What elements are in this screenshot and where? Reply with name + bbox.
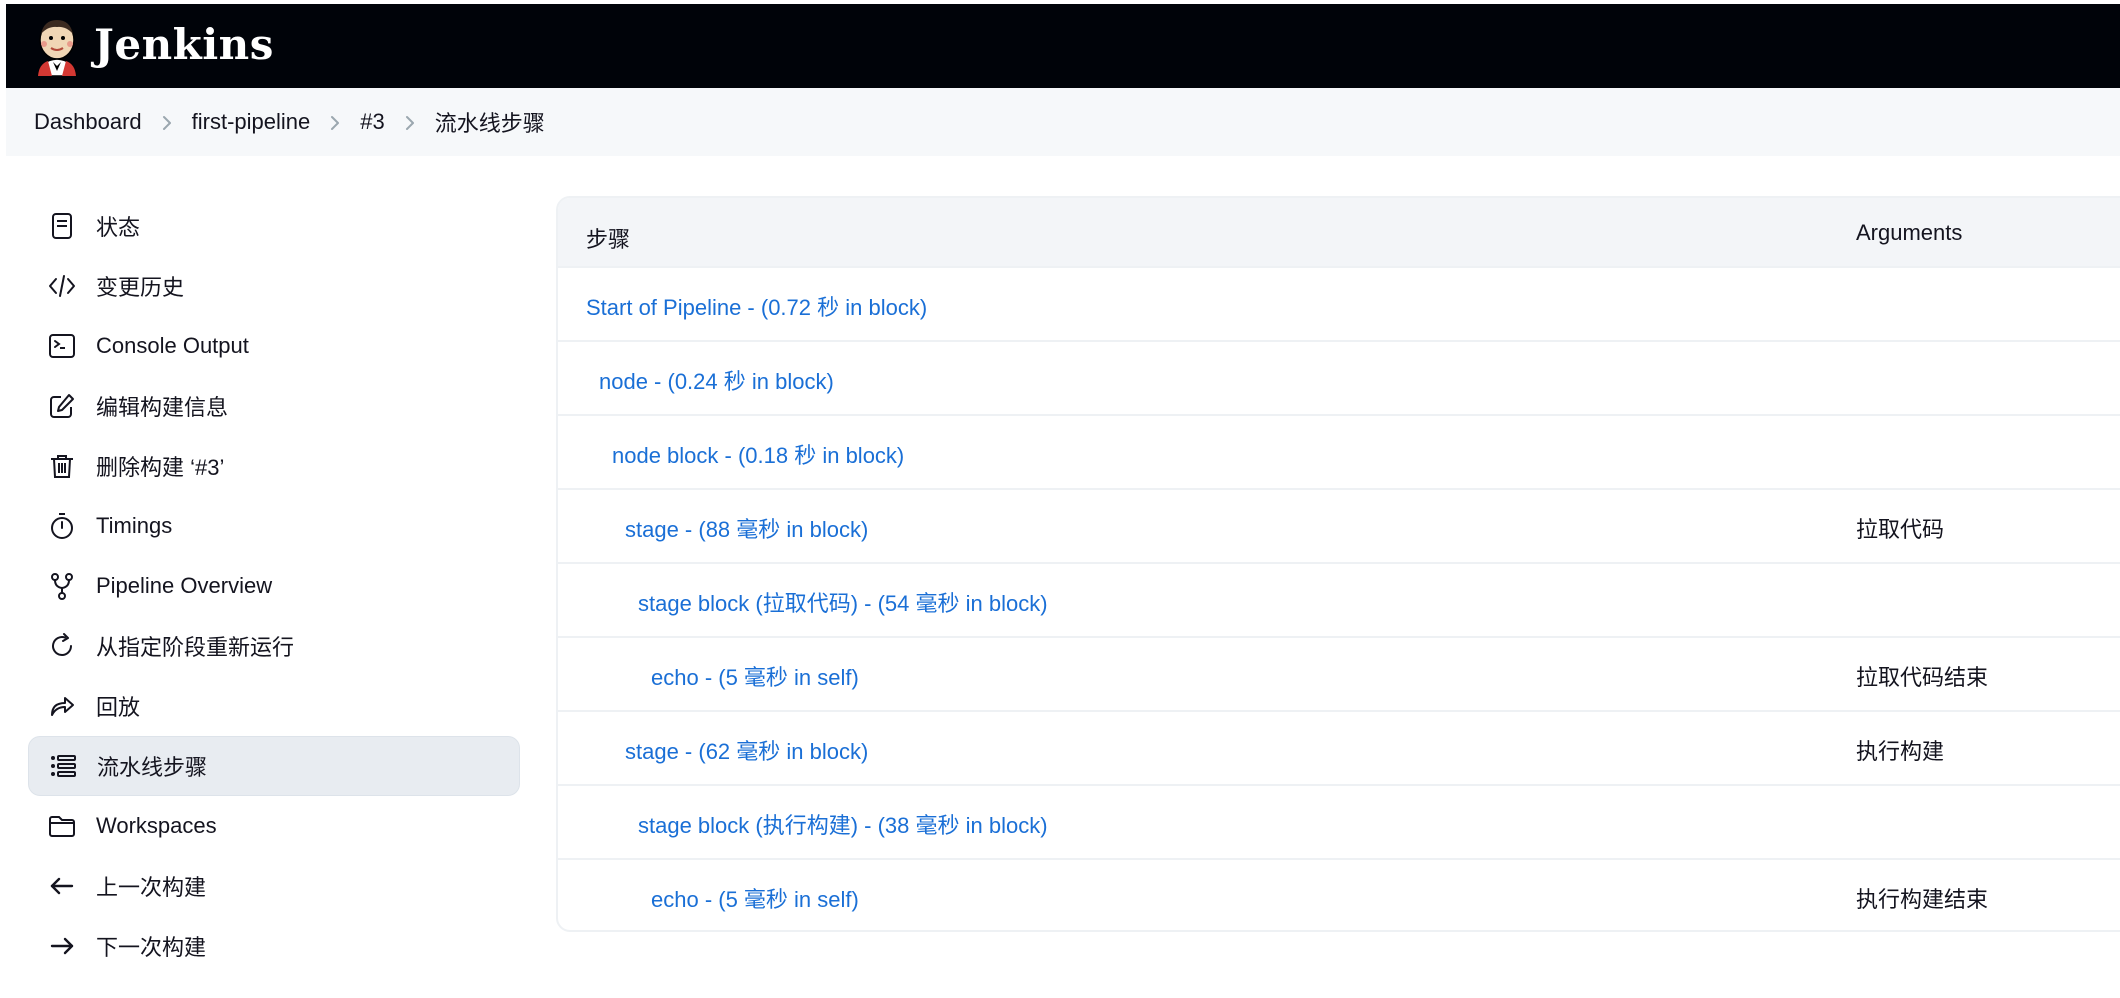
sidebar-item-label: 上一次构建 [96,875,207,900]
step-link[interactable]: node - (0.24 秒 in block) [599,364,834,396]
brand-name[interactable]: Jenkins [94,20,274,69]
table-row: node - (0.24 秒 in block) [558,340,2120,414]
sidebar-item-label: Workspaces [96,813,217,838]
breadcrumb-pipeline-steps[interactable]: 流水线步骤 [435,106,545,138]
replay-icon [46,690,78,722]
sidebar-item-pipeline-overview[interactable]: Pipeline Overview [28,556,520,616]
list-steps-icon [47,750,79,782]
step-arguments: 执行构建结束 [1856,887,1989,912]
chevron-right-icon [385,109,435,135]
sidebar-item-pipeline-steps[interactable]: 流水线步骤 [28,736,520,796]
sidebar-item-label: 从指定阶段重新运行 [96,635,295,660]
step-arguments: 拉取代码结束 [1856,665,1989,690]
step-link[interactable]: Start of Pipeline - (0.72 秒 in block) [586,290,927,322]
step-link[interactable]: stage - (62 毫秒 in block) [625,734,868,766]
sidebar-item-label: Timings [96,513,173,538]
step-link[interactable]: stage - (88 毫秒 in block) [625,512,868,544]
document-icon [46,210,78,242]
sidebar-item-status[interactable]: 状态 [28,196,520,256]
breadcrumb: Dashboard first-pipeline #3 流水线步骤 [6,88,2120,156]
terminal-icon [46,330,78,362]
sidebar-item-label: 状态 [96,215,141,240]
table-row: stage block (拉取代码) - (54 毫秒 in block) [558,562,2120,636]
breadcrumb-first-pipeline[interactable]: first-pipeline [192,109,311,135]
sidebar-item-delete-build[interactable]: 删除构建 ‘#3’ [28,436,520,496]
rerun-icon [46,630,78,662]
arrow-left-icon [46,870,78,902]
table-row: Start of Pipeline - (0.72 秒 in block) [558,266,2120,340]
table-header: 步骤 Arguments [558,198,2120,266]
sidebar-item-label: 下一次构建 [96,935,207,960]
sidebar-item-label: 编辑构建信息 [96,395,229,420]
sidebar-item-previous-build[interactable]: 上一次构建 [28,856,520,916]
stopwatch-icon [46,510,78,542]
top-header: Jenkins [6,4,2120,88]
jenkins-logo[interactable] [32,16,82,77]
sidebar-item-edit-build-info[interactable]: 编辑构建信息 [28,376,520,436]
sidebar-item-label: 删除构建 ‘#3’ [96,455,225,480]
column-header-arguments: Arguments [1856,220,1963,245]
step-link[interactable]: node block - (0.18 秒 in block) [612,438,904,470]
sidebar-item-timings[interactable]: Timings [28,496,520,556]
step-arguments: 拉取代码 [1856,517,1945,542]
column-header-step: 步骤 [586,227,631,252]
sidebar-item-console-output[interactable]: Console Output [28,316,520,376]
breadcrumb-build-3[interactable]: #3 [360,109,384,135]
sidebar: 状态 变更历史 Console Output 编辑构建信息 删除构建 ‘#3’ [28,196,520,976]
jenkins-butler-logo-icon [37,20,77,77]
table-row: echo - (5 毫秒 in self) 执行构建结束 [558,858,2120,930]
arrow-right-icon [46,930,78,962]
sidebar-item-label: 回放 [96,695,141,720]
trash-icon [46,450,78,482]
table-row: stage - (88 毫秒 in block) 拉取代码 [558,488,2120,562]
step-link[interactable]: stage block (拉取代码) - (54 毫秒 in block) [638,586,1048,618]
step-link[interactable]: stage block (执行构建) - (38 毫秒 in block) [638,808,1048,840]
chevron-right-icon [310,109,360,135]
sidebar-item-changes[interactable]: 变更历史 [28,256,520,316]
sidebar-item-replay[interactable]: 回放 [28,676,520,736]
chevron-right-icon [142,109,192,135]
sidebar-item-workspaces[interactable]: Workspaces [28,796,520,856]
table-row: stage - (62 毫秒 in block) 执行构建 [558,710,2120,784]
code-icon [46,270,78,302]
sidebar-item-label: Console Output [96,333,249,358]
table-row: echo - (5 毫秒 in self) 拉取代码结束 [558,636,2120,710]
branch-icon [46,570,78,602]
sidebar-item-label: Pipeline Overview [96,573,273,598]
table-row: stage block (执行构建) - (38 毫秒 in block) [558,784,2120,858]
jenkins-window: Jenkins Dashboard first-pipeline #3 流水线步… [6,4,2120,998]
sidebar-item-label: 变更历史 [96,275,185,300]
step-link[interactable]: echo - (5 毫秒 in self) [651,882,859,914]
sidebar-item-restart-from-stage[interactable]: 从指定阶段重新运行 [28,616,520,676]
breadcrumb-dashboard[interactable]: Dashboard [34,109,142,135]
step-link[interactable]: echo - (5 毫秒 in self) [651,660,859,692]
step-arguments: 执行构建 [1856,739,1945,764]
table-row: node block - (0.18 秒 in block) [558,414,2120,488]
sidebar-item-label: 流水线步骤 [97,755,208,780]
sidebar-item-next-build[interactable]: 下一次构建 [28,916,520,976]
folder-icon [46,810,78,842]
edit-icon [46,390,78,422]
pipeline-steps-table: 步骤 Arguments Start of Pipeline - (0.72 秒… [556,196,2120,932]
